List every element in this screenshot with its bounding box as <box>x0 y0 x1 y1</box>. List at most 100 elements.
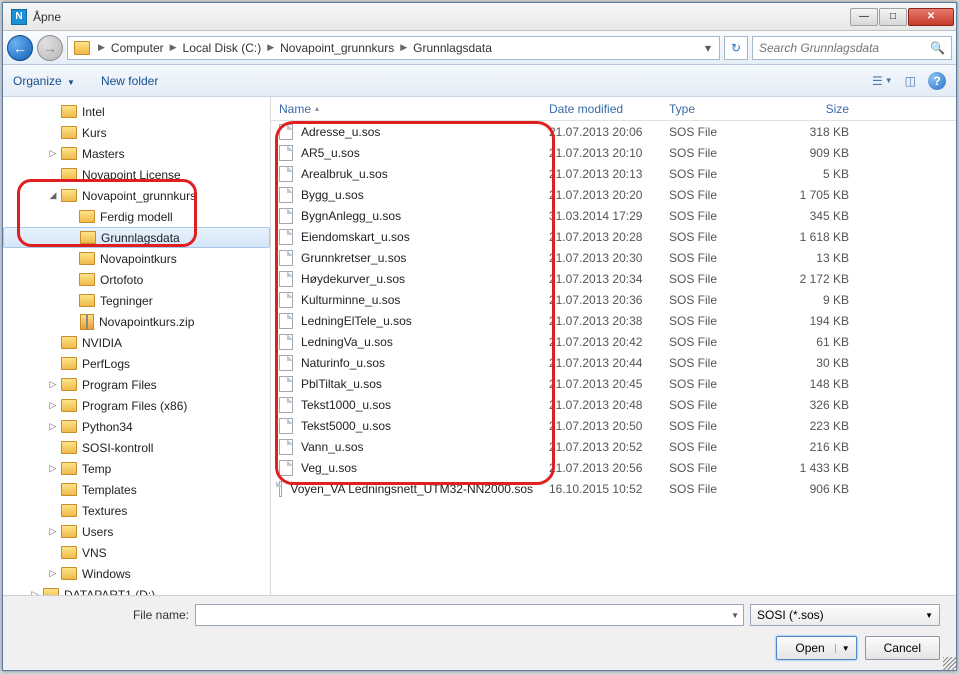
file-row[interactable]: Tekst5000_u.sos21.07.2013 20:50SOS File2… <box>271 415 956 436</box>
file-row[interactable]: Kulturminne_u.sos21.07.2013 20:36SOS Fil… <box>271 289 956 310</box>
expander-icon[interactable]: ▷ <box>47 379 59 390</box>
expander-icon[interactable]: ▷ <box>47 463 59 474</box>
organize-menu[interactable]: Organize ▼ <box>13 74 75 88</box>
file-row[interactable]: Eiendomskart_u.sos21.07.2013 20:28SOS Fi… <box>271 226 956 247</box>
breadcrumb-item[interactable]: Grunnlagsdata <box>411 41 494 55</box>
chevron-right-icon[interactable]: ▶ <box>396 42 411 53</box>
file-row[interactable]: LedningVa_u.sos21.07.2013 20:42SOS File6… <box>271 331 956 352</box>
nav-forward-button[interactable]: → <box>37 35 63 61</box>
chevron-down-icon[interactable]: ▼ <box>731 611 739 620</box>
new-folder-button[interactable]: New folder <box>101 74 158 88</box>
tree-item[interactable]: Intel <box>3 101 270 122</box>
file-size: 194 KB <box>775 314 857 328</box>
breadcrumb-item[interactable]: Local Disk (C:) <box>181 41 264 55</box>
file-row[interactable]: Grunnkretser_u.sos21.07.2013 20:30SOS Fi… <box>271 247 956 268</box>
tree-item[interactable]: PerfLogs <box>3 353 270 374</box>
tree-item[interactable]: Novapoint License <box>3 164 270 185</box>
breadcrumb[interactable]: ▶ Computer ▶ Local Disk (C:) ▶ Novapoint… <box>67 36 720 60</box>
file-row[interactable]: Adresse_u.sos21.07.2013 20:06SOS File318… <box>271 121 956 142</box>
expander-icon[interactable]: ▷ <box>47 400 59 411</box>
chevron-down-icon[interactable]: ▾ <box>699 41 717 55</box>
file-size: 30 KB <box>775 356 857 370</box>
breadcrumb-item[interactable]: Novapoint_grunnkurs <box>278 41 396 55</box>
tree-item[interactable]: ▷Program Files (x86) <box>3 395 270 416</box>
file-row[interactable]: Naturinfo_u.sos21.07.2013 20:44SOS File3… <box>271 352 956 373</box>
tree-item[interactable]: VNS <box>3 542 270 563</box>
file-row[interactable]: Tekst1000_u.sos21.07.2013 20:48SOS File3… <box>271 394 956 415</box>
expander-icon[interactable]: ▷ <box>47 421 59 432</box>
tree-item[interactable]: ▷Users <box>3 521 270 542</box>
tree-item[interactable]: Templates <box>3 479 270 500</box>
expander-icon[interactable]: ▷ <box>29 589 41 595</box>
folder-icon <box>61 567 77 580</box>
open-split-dropdown[interactable]: ▼ <box>835 644 850 653</box>
tree-item-label: Masters <box>82 147 125 161</box>
tree-item[interactable]: Textures <box>3 500 270 521</box>
tree-item[interactable]: SOSI-kontroll <box>3 437 270 458</box>
view-options-button[interactable]: ☰ ▼ <box>872 74 893 88</box>
folder-icon <box>61 504 77 517</box>
tree-item[interactable]: Tegninger <box>3 290 270 311</box>
tree-item[interactable]: ▷Program Files <box>3 374 270 395</box>
tree-item[interactable]: Novapointkurs.zip <box>3 311 270 332</box>
tree-item[interactable]: ▷DATAPART1 (D:) <box>3 584 270 595</box>
tree-item[interactable]: Ferdig modell <box>3 206 270 227</box>
expander-icon[interactable]: ▷ <box>47 148 59 159</box>
tree-item[interactable]: ▷Python34 <box>3 416 270 437</box>
file-type: SOS File <box>661 167 775 181</box>
help-button[interactable]: ? <box>928 72 946 90</box>
column-header-size[interactable]: Size <box>775 102 857 116</box>
column-header-name[interactable]: Name ▴ <box>271 102 541 116</box>
folder-icon <box>80 231 96 244</box>
chevron-right-icon[interactable]: ▶ <box>263 42 278 53</box>
refresh-button[interactable]: ↻ <box>724 36 748 60</box>
file-row[interactable]: Voyen_VA Ledningsnett_UTM32-NN2000.sos16… <box>271 478 956 499</box>
column-header-type[interactable]: Type <box>661 102 775 116</box>
open-button[interactable]: Open▼ <box>776 636 856 660</box>
tree-item[interactable]: ▷Temp <box>3 458 270 479</box>
expander-icon[interactable]: ▷ <box>47 526 59 537</box>
file-row[interactable]: Arealbruk_u.sos21.07.2013 20:13SOS File5… <box>271 163 956 184</box>
tree-item[interactable]: ▷Windows <box>3 563 270 584</box>
file-row[interactable]: Vann_u.sos21.07.2013 20:52SOS File216 KB <box>271 436 956 457</box>
tree-item[interactable]: NVIDIA <box>3 332 270 353</box>
file-row[interactable]: BygnAnlegg_u.sos31.03.2014 17:29SOS File… <box>271 205 956 226</box>
tree-item[interactable]: ◢Novapoint_grunnkurs <box>3 185 270 206</box>
expander-icon[interactable]: ▷ <box>47 568 59 579</box>
filename-input[interactable]: ▼ <box>195 604 744 626</box>
tree-item[interactable]: Novapointkurs <box>3 248 270 269</box>
column-header-date[interactable]: Date modified <box>541 102 661 116</box>
minimize-button[interactable]: — <box>850 8 878 26</box>
file-list-body[interactable]: Adresse_u.sos21.07.2013 20:06SOS File318… <box>271 121 956 595</box>
file-type: SOS File <box>661 188 775 202</box>
tree-item[interactable]: Grunnlagsdata <box>3 227 270 248</box>
file-row[interactable]: AR5_u.sos21.07.2013 20:10SOS File909 KB <box>271 142 956 163</box>
close-button[interactable]: ✕ <box>908 8 954 26</box>
chevron-right-icon[interactable]: ▶ <box>166 42 181 53</box>
expander-icon[interactable]: ◢ <box>47 190 59 201</box>
file-row[interactable]: LedningElTele_u.sos21.07.2013 20:38SOS F… <box>271 310 956 331</box>
folder-tree[interactable]: IntelKurs▷MastersNovapoint License◢Novap… <box>3 97 271 595</box>
filetype-filter[interactable]: SOSI (*.sos)▼ <box>750 604 940 626</box>
file-row[interactable]: Veg_u.sos21.07.2013 20:56SOS File1 433 K… <box>271 457 956 478</box>
file-row[interactable]: Bygg_u.sos21.07.2013 20:20SOS File1 705 … <box>271 184 956 205</box>
search-input[interactable] <box>753 41 924 55</box>
breadcrumb-item[interactable]: Computer <box>109 41 166 55</box>
maximize-button[interactable]: □ <box>879 8 907 26</box>
search-icon[interactable]: 🔍 <box>924 41 951 55</box>
search-box[interactable]: 🔍 <box>752 36 952 60</box>
cancel-button[interactable]: Cancel <box>865 636 940 660</box>
tree-item[interactable]: Ortofoto <box>3 269 270 290</box>
preview-pane-button[interactable]: ◫ <box>905 74 916 88</box>
list-header: Name ▴ Date modified Type Size <box>271 97 956 121</box>
file-size: 1 618 KB <box>775 230 857 244</box>
nav-back-button[interactable]: ← <box>7 35 33 61</box>
tree-item[interactable]: Kurs <box>3 122 270 143</box>
chevron-right-icon[interactable]: ▶ <box>94 42 109 53</box>
tree-item[interactable]: ▷ Masters <box>3 143 270 164</box>
file-date: 21.07.2013 20:56 <box>541 461 661 475</box>
file-row[interactable]: PblTiltak_u.sos21.07.2013 20:45SOS File1… <box>271 373 956 394</box>
file-row[interactable]: Høydekurver_u.sos21.07.2013 20:34SOS Fil… <box>271 268 956 289</box>
file-date: 21.07.2013 20:28 <box>541 230 661 244</box>
resize-grip[interactable] <box>943 657 957 671</box>
